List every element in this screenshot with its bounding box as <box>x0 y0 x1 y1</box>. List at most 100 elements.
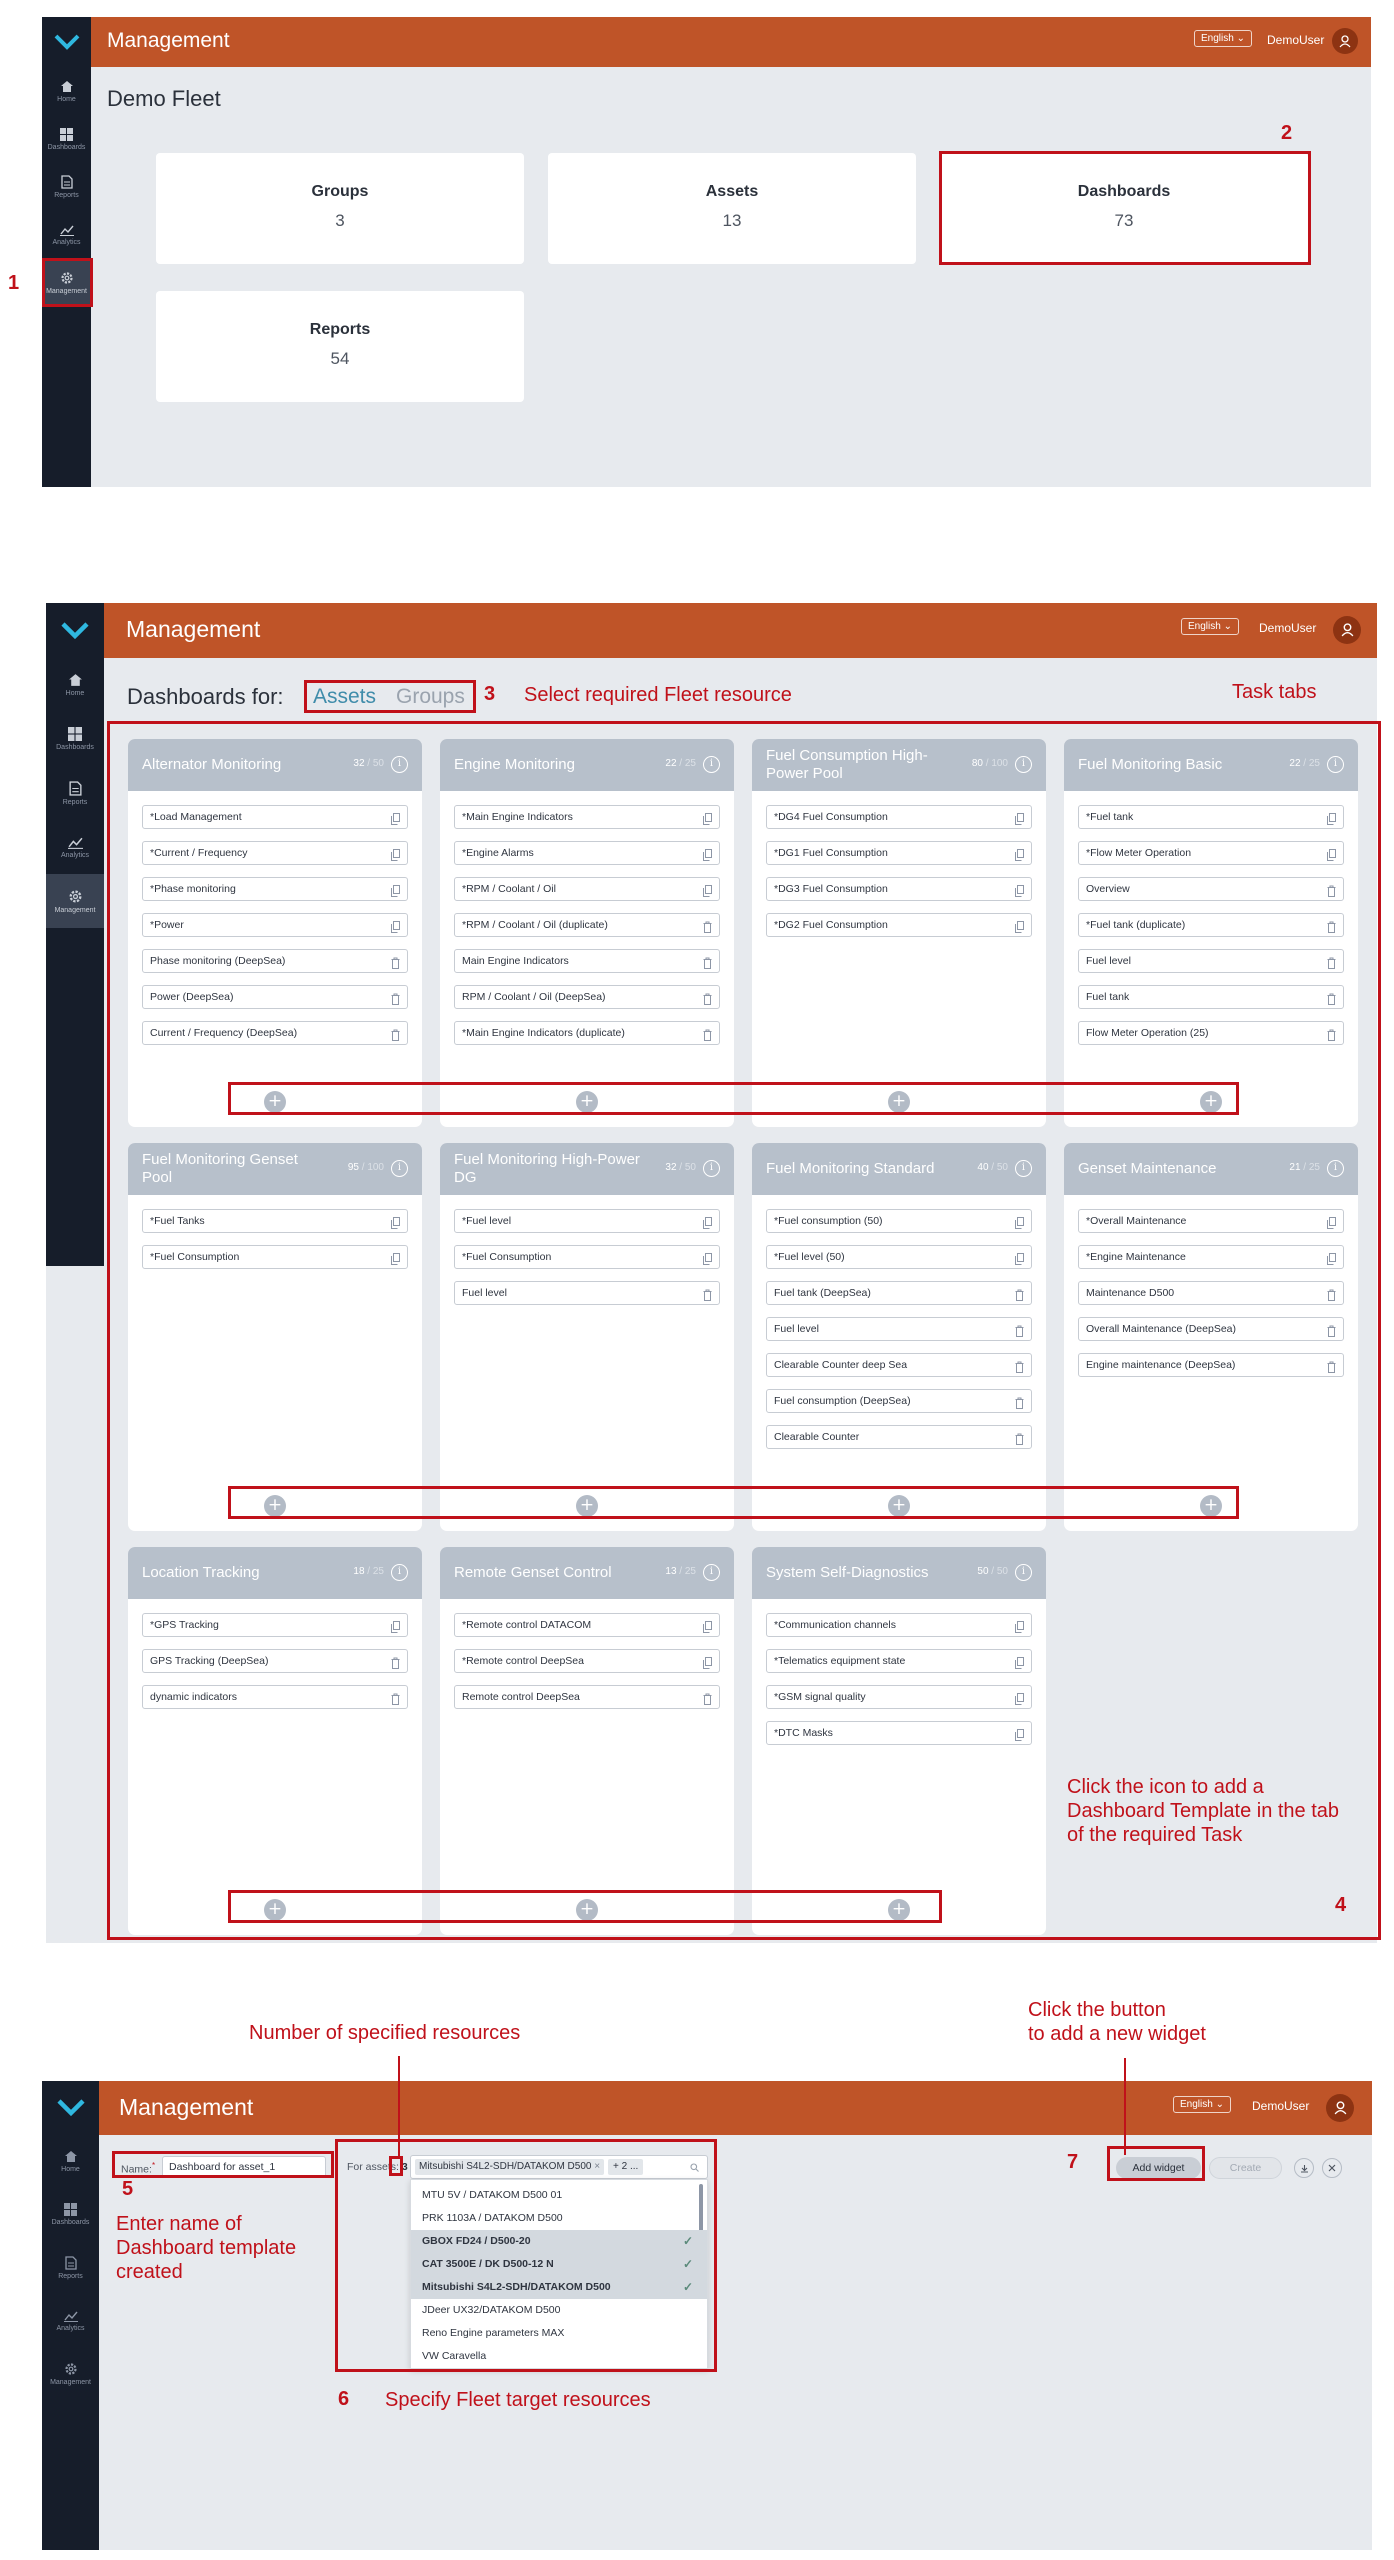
annotation-select-resource: Select required Fleet resource <box>524 684 792 706</box>
nav-analytics[interactable]: Analytics <box>42 211 91 259</box>
dashboards-for-label: Dashboards for: <box>127 684 284 709</box>
nav-label: Analytics <box>52 239 81 246</box>
gear-icon <box>69 890 81 902</box>
logo-chevron-icon <box>54 34 79 50</box>
annotation-click-button-2: to add a new widget <box>1028 2023 1206 2045</box>
nav-label: Home <box>57 95 76 103</box>
nav-home[interactable]: Home <box>46 658 104 712</box>
language-select[interactable]: English ⌄ <box>1181 618 1239 635</box>
nav-dashboards[interactable]: Dashboards <box>42 115 91 163</box>
language-select[interactable]: English ⌄ <box>1173 2096 1231 2113</box>
annotation-task-tabs: Task tabs <box>1232 681 1317 703</box>
nav-dashboards[interactable]: Dashboards <box>46 712 104 766</box>
nav-analytics[interactable]: Analytics <box>42 2294 99 2347</box>
annotation-number-2: 2 <box>1281 122 1293 144</box>
reports-icon <box>68 780 82 796</box>
annotation-box-add-row-3 <box>228 1890 942 1923</box>
nav-label: Home <box>65 690 85 697</box>
annotation-specify-resources: Specify Fleet target resources <box>385 2389 651 2411</box>
nav-label: Dashboards <box>47 143 86 151</box>
card-value: 13 <box>722 211 742 230</box>
nav-home[interactable]: Home <box>42 2135 99 2188</box>
card-assets[interactable]: Assets 13 <box>548 153 916 264</box>
nav-label: Management <box>50 2378 91 2386</box>
nav-label: Reports <box>54 192 79 199</box>
dashboards-icon <box>64 2203 77 2216</box>
avatar[interactable] <box>1326 2094 1354 2122</box>
home-icon <box>68 674 82 686</box>
nav-label: Reports <box>58 2272 83 2280</box>
card-groups[interactable]: Groups 3 <box>156 153 524 264</box>
app-logo[interactable] <box>42 17 91 67</box>
chevron-down-icon: ⌄ <box>1215 2099 1224 2110</box>
nav-analytics[interactable]: Analytics <box>46 820 104 874</box>
annotation-box-add-row-1 <box>228 1082 1239 1115</box>
language-select[interactable]: English ⌄ <box>1194 30 1252 47</box>
nav-label: Dashboards <box>56 744 94 751</box>
app-logo[interactable] <box>46 603 104 658</box>
annotation-click-icon: Click the icon to add a Dashboard Templa… <box>1067 1776 1340 1846</box>
annotation-box-management-nav <box>42 258 93 307</box>
card-label: Reports <box>309 321 371 338</box>
close-button[interactable] <box>1322 2158 1342 2178</box>
download-icon <box>1300 2164 1308 2173</box>
user-name: DemoUser <box>1252 2099 1310 2113</box>
annotation-box-task-area <box>107 721 1381 1940</box>
user-icon <box>1339 34 1351 47</box>
analytics-icon <box>63 2311 78 2322</box>
logo-chevron-icon <box>61 621 89 639</box>
annotation-box-add-row-2 <box>228 1486 1239 1519</box>
reports-icon <box>64 2255 77 2270</box>
chevron-down-icon: ⌄ <box>1223 621 1232 632</box>
analytics-icon <box>67 837 83 849</box>
app-title: Management <box>119 2094 254 2120</box>
top-bar: Management English ⌄ DemoUser <box>42 2081 1372 2135</box>
nav-reports[interactable]: Reports <box>42 2241 99 2294</box>
nav-label: Analytics <box>60 851 89 859</box>
card-reports[interactable]: Reports 54 <box>156 291 524 402</box>
card-value: 3 <box>335 211 345 230</box>
nav-management[interactable]: Management <box>46 874 104 928</box>
sidebar: Home Dashboards Reports Analytics Manage… <box>46 658 104 1266</box>
nav-reports[interactable]: Reports <box>42 163 91 211</box>
nav-label: Reports <box>62 798 88 806</box>
nav-reports[interactable]: Reports <box>46 766 104 820</box>
language-label: English <box>1188 621 1221 632</box>
language-label: English <box>1201 33 1234 44</box>
annotation-number-4: 4 <box>1335 1894 1347 1916</box>
create-button[interactable]: Create <box>1209 2157 1282 2179</box>
annotation-pointer-line-add-widget <box>1124 2058 1126 2155</box>
logo-chevron-icon <box>56 2099 85 2117</box>
reports-icon <box>60 175 73 189</box>
nav-label: Dashboards <box>51 2219 90 2226</box>
page-title: Demo Fleet <box>107 86 221 111</box>
analytics-icon <box>59 225 74 236</box>
top-bar: Management English ⌄ DemoUser <box>46 603 1377 658</box>
nav-label: Analytics <box>56 2324 85 2332</box>
annotation-number-of-resources: Number of specified resources <box>249 2022 521 2044</box>
avatar[interactable] <box>1333 616 1361 644</box>
app-logo[interactable] <box>42 2081 99 2135</box>
download-button[interactable] <box>1294 2158 1314 2178</box>
annotation-number-6: 6 <box>338 2388 350 2410</box>
gear-icon <box>64 2362 77 2375</box>
nav-management[interactable]: Management <box>42 2347 99 2400</box>
sidebar: Home Dashboards Reports Analytics Manage… <box>42 2135 99 2550</box>
avatar[interactable] <box>1332 28 1358 54</box>
close-icon <box>1328 2164 1336 2172</box>
annotation-box-assets-select <box>335 2139 717 2372</box>
nav-dashboards[interactable]: Dashboards <box>42 2188 99 2241</box>
home-icon <box>64 2151 77 2162</box>
annotation-box-add-widget <box>1107 2146 1205 2181</box>
annotation-box-name-field <box>112 2151 334 2178</box>
card-value: 54 <box>330 349 350 368</box>
annotation-enter-name: Enter name of Dashboard template created <box>116 2213 297 2283</box>
annotation-click-button-1: Click the button <box>1028 1999 1166 2021</box>
chevron-down-icon: ⌄ <box>1236 33 1245 44</box>
annotation-number-7: 7 <box>1067 2151 1079 2173</box>
language-label: English <box>1180 2099 1213 2110</box>
nav-home[interactable]: Home <box>42 67 91 115</box>
app-title: Management <box>126 616 261 642</box>
annotation-box-resource-tabs <box>304 680 476 713</box>
annotation-box-dashboards-card <box>939 151 1311 265</box>
